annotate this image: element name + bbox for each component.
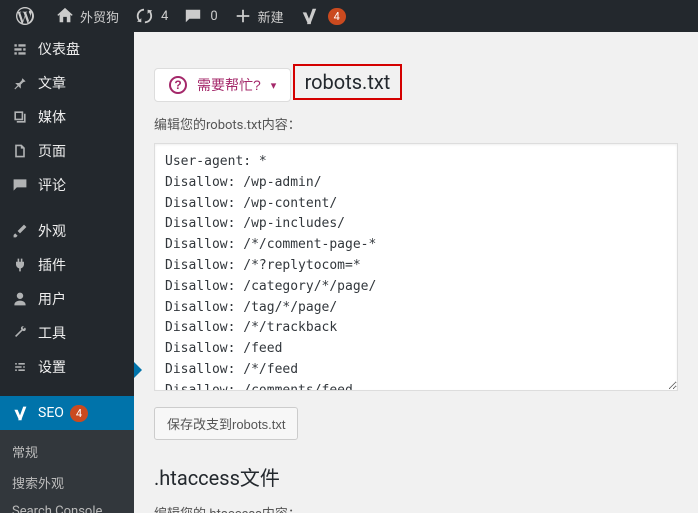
sidebar-item-pages[interactable]: 页面	[0, 134, 134, 168]
sidebar-item-media[interactable]: 媒体	[0, 100, 134, 134]
site-name: 外贸狗	[80, 7, 119, 26]
wp-logo[interactable]	[8, 0, 48, 32]
help-label: 需要帮忙?	[197, 75, 261, 95]
yoast-icon	[300, 7, 318, 25]
chevron-down-icon: ▾	[271, 79, 277, 92]
seo-submenu: 常规 搜索外观 Search Console 社会化 工具	[0, 430, 134, 513]
htaccess-desc: 编辑您的.htaccess内容：	[154, 503, 678, 513]
wordpress-icon	[16, 7, 34, 25]
admin-top-bar: 外贸狗 4 0 新建 4	[0, 0, 698, 32]
sidebar-item-appearance[interactable]: 外观	[0, 214, 134, 248]
home-icon	[56, 7, 74, 25]
submenu-general[interactable]: 常规	[0, 436, 134, 467]
updates-count: 4	[161, 9, 168, 24]
updates-link[interactable]: 4	[127, 0, 176, 32]
sidebar-item-posts[interactable]: 文章	[0, 66, 134, 100]
sidebar-item-label: 仪表盘	[38, 39, 80, 59]
htaccess-section-title: .htaccess文件	[154, 462, 678, 491]
plugin-icon	[10, 255, 30, 275]
submenu-search-console[interactable]: Search Console	[0, 498, 134, 513]
main-content: ? 需要帮忙? ▾ robots.txt 编辑您的robots.txt内容： 保…	[134, 32, 698, 513]
pin-icon	[10, 73, 30, 93]
save-robots-button[interactable]: 保存改支到robots.txt	[154, 407, 298, 440]
sidebar-item-users[interactable]: 用户	[0, 282, 134, 316]
sidebar-item-label: 文章	[38, 73, 66, 93]
sidebar-item-label: 用户	[38, 289, 66, 309]
sidebar-item-label: 页面	[38, 141, 66, 161]
comment-icon	[10, 175, 30, 195]
dashboard-icon	[10, 39, 30, 59]
sidebar-item-dashboard[interactable]: 仪表盘	[0, 32, 134, 66]
comments-count: 0	[210, 9, 217, 24]
sidebar-item-comments[interactable]: 评论	[0, 168, 134, 202]
sidebar-item-label: 外观	[38, 221, 66, 241]
help-button[interactable]: ? 需要帮忙? ▾	[154, 68, 291, 102]
sidebar-item-tools[interactable]: 工具	[0, 316, 134, 350]
comment-icon	[184, 7, 202, 25]
seo-notify-count: 4	[328, 8, 346, 25]
question-icon: ?	[169, 76, 187, 94]
robots-desc: 编辑您的robots.txt内容：	[154, 114, 678, 133]
seo-badge: 4	[70, 405, 88, 422]
submenu-search-appearance[interactable]: 搜索外观	[0, 467, 134, 498]
site-home-link[interactable]: 外贸狗	[48, 0, 127, 32]
sidebar-item-label: 工具	[38, 323, 66, 343]
comments-link[interactable]: 0	[176, 0, 225, 32]
sidebar-item-label: 评论	[38, 175, 66, 195]
sidebar-item-settings[interactable]: 设置	[0, 350, 134, 384]
sidebar-item-label: SEO	[38, 405, 64, 421]
seo-notification[interactable]: 4	[292, 0, 354, 32]
new-label: 新建	[258, 7, 284, 26]
new-content-link[interactable]: 新建	[226, 0, 292, 32]
admin-sidebar: 仪表盘 文章 媒体 页面 评论 外观 插件 用户	[0, 32, 134, 513]
current-menu-pointer	[134, 362, 142, 378]
page-icon	[10, 141, 30, 161]
robots-textarea[interactable]	[154, 143, 678, 391]
sidebar-item-label: 设置	[38, 357, 66, 377]
refresh-icon	[135, 7, 153, 25]
media-icon	[10, 107, 30, 127]
sidebar-item-plugins[interactable]: 插件	[0, 248, 134, 282]
wrench-icon	[10, 323, 30, 343]
user-icon	[10, 289, 30, 309]
robots-section-title: robots.txt	[295, 66, 401, 98]
brush-icon	[10, 221, 30, 241]
sidebar-item-seo[interactable]: SEO 4	[0, 396, 134, 430]
yoast-icon	[10, 403, 30, 423]
settings-icon	[10, 357, 30, 377]
sidebar-item-label: 媒体	[38, 107, 66, 127]
plus-icon	[234, 7, 252, 25]
sidebar-item-label: 插件	[38, 255, 66, 275]
